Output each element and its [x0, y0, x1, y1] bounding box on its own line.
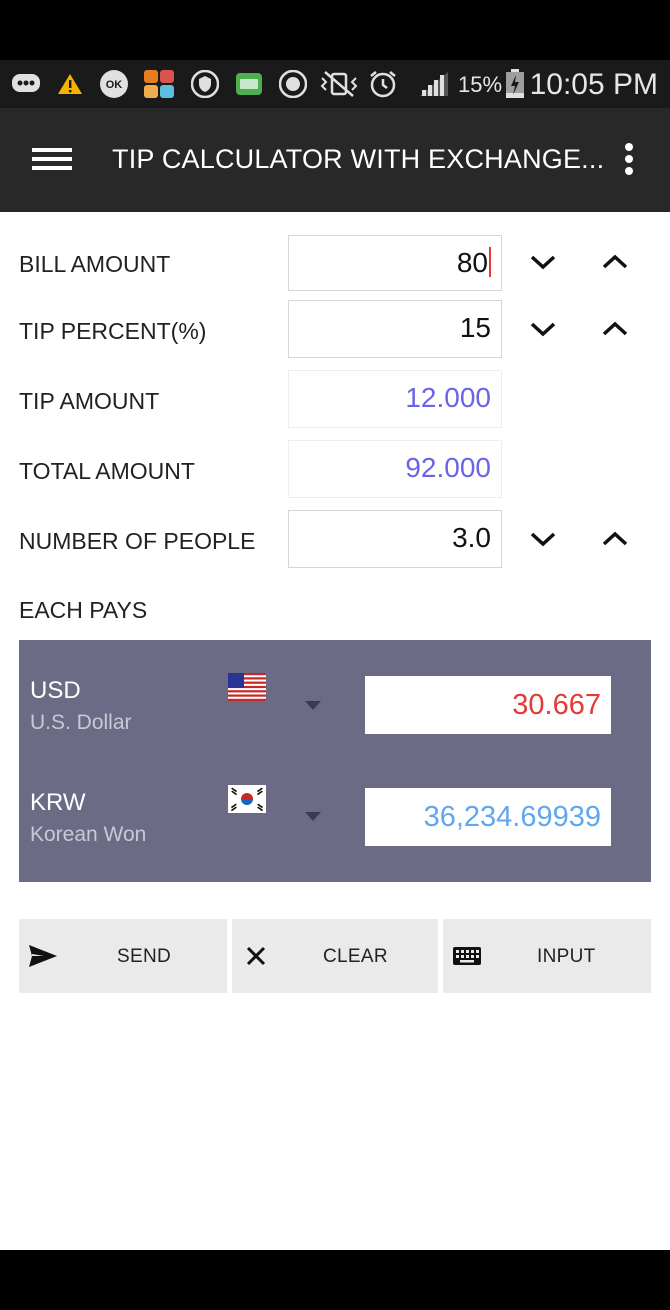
number-of-people-label: NUMBER OF PEOPLE	[19, 528, 256, 554]
keyboard-icon	[234, 70, 264, 98]
app-title: TIP CALCULATOR WITH EXCHANGE...	[112, 144, 605, 174]
svg-text:OK: OK	[106, 79, 123, 91]
number-of-people-value: 3.0	[452, 522, 491, 553]
currency-panel: USD U.S. Dollar 30.667 KRW Korean Won 36…	[19, 640, 651, 882]
battery-percent: 15%	[458, 72, 503, 97]
currency-name-usd: U.S. Dollar	[30, 711, 132, 734]
status-bar: OK 15% 10:05 PM	[0, 60, 670, 108]
close-icon	[240, 941, 272, 971]
text-cursor	[489, 247, 491, 277]
bill-amount-decrease-chevron-down-icon[interactable]	[523, 242, 563, 282]
vibrate-icon	[318, 70, 360, 98]
each-pays-label: EACH PAYS	[19, 597, 148, 623]
people-increase-chevron-up-icon[interactable]	[595, 519, 635, 559]
input-button[interactable]: INPUT	[443, 919, 651, 993]
us-flag-icon	[228, 673, 266, 701]
cai-icon	[278, 70, 308, 98]
bill-amount-label: BILL AMOUNT	[19, 251, 171, 277]
tip-percent-label: TIP PERCENT(%)	[19, 318, 207, 344]
input-label: INPUT	[537, 946, 596, 967]
krw-value-field[interactable]: 36,234.69939	[365, 788, 611, 846]
usd-dropdown-arrow-icon[interactable]	[303, 698, 323, 712]
currency-code-usd: USD	[30, 677, 81, 704]
send-label: SEND	[117, 946, 171, 967]
krw-dropdown-arrow-icon[interactable]	[303, 809, 323, 823]
send-button[interactable]: SEND	[19, 919, 227, 993]
warning-icon	[56, 70, 84, 98]
clear-button[interactable]: CLEAR	[232, 919, 438, 993]
ok-cashbag-icon: OK	[98, 70, 130, 98]
currency-code-krw: KRW	[30, 789, 86, 816]
usd-value-field[interactable]: 30.667	[365, 676, 611, 734]
bill-amount-value: 80	[456, 247, 488, 278]
send-icon	[27, 941, 59, 971]
hamburger-menu-icon[interactable]	[30, 144, 74, 178]
tip-percent-increase-chevron-up-icon[interactable]	[595, 309, 635, 349]
bottom-navigation-bar	[0, 1250, 670, 1310]
vpn-icon	[190, 70, 220, 98]
clock: 10:05 PM	[529, 68, 658, 101]
total-amount-value: 92.000	[288, 440, 502, 498]
money-app-icon	[143, 70, 175, 98]
bill-amount-input[interactable]: 80	[288, 235, 502, 291]
currency-name-krw: Korean Won	[30, 823, 147, 846]
top-black-bar	[0, 0, 670, 60]
tip-amount-value: 12.000	[288, 370, 502, 428]
tip-amount-label: TIP AMOUNT	[19, 388, 160, 414]
bill-amount-increase-chevron-up-icon[interactable]	[595, 242, 635, 282]
app-bar: TIP CALCULATOR WITH EXCHANGE...	[0, 108, 670, 212]
battery-icon	[504, 69, 526, 98]
overflow-menu-icon[interactable]	[614, 140, 644, 180]
number-of-people-input[interactable]: 3.0	[288, 510, 502, 568]
korea-flag-icon	[228, 785, 266, 813]
chat-icon	[10, 70, 42, 98]
tip-percent-value: 15	[459, 312, 491, 343]
people-decrease-chevron-down-icon[interactable]	[523, 519, 563, 559]
main-content: BILL AMOUNT 80 TIP PERCENT(%) 15 TIP AMO…	[0, 212, 670, 1250]
clear-label: CLEAR	[323, 946, 388, 967]
alarm-icon	[367, 70, 399, 98]
tip-percent-decrease-chevron-down-icon[interactable]	[523, 309, 563, 349]
tip-percent-input[interactable]: 15	[288, 300, 502, 358]
total-amount-label: TOTAL AMOUNT	[19, 458, 195, 484]
signal-icon	[417, 70, 451, 98]
keyboard-icon	[451, 941, 483, 971]
